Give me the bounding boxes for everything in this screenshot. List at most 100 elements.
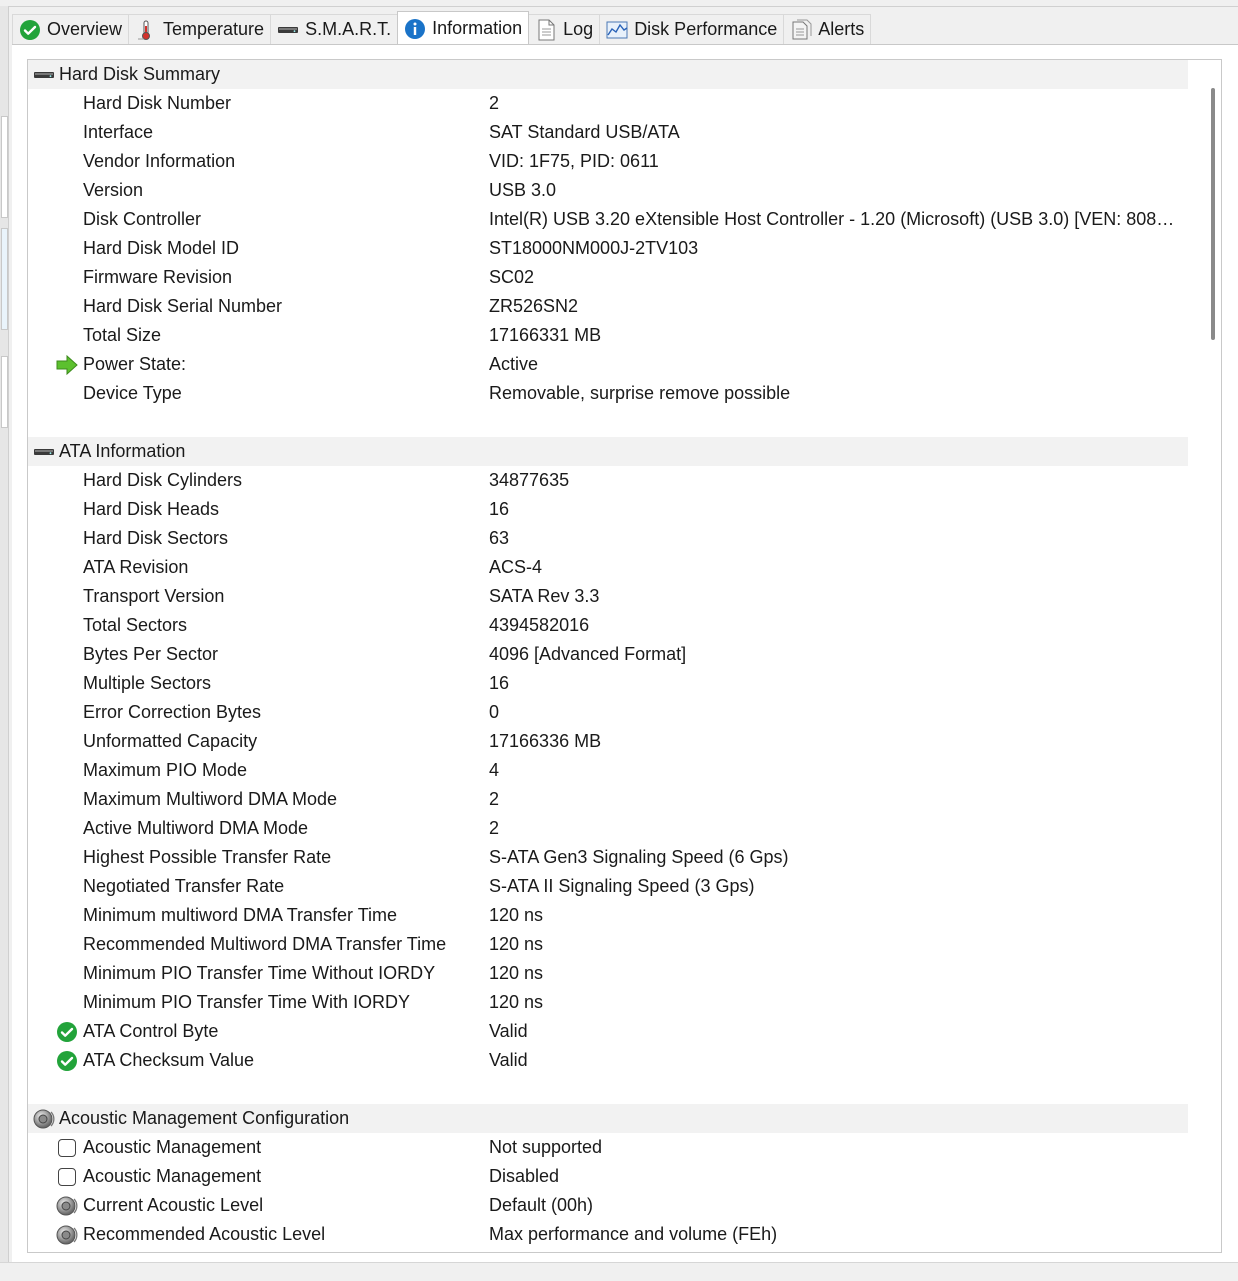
info-label: Negotiated Transfer Rate [83,876,285,896]
info-row[interactable]: Hard Disk Model ID ST18000NM000J-2TV103 [28,234,1188,263]
info-row[interactable]: Recommended Acoustic Level Max performanc… [28,1220,1188,1249]
info-row[interactable]: Minimum multiword DMA Transfer Time 120 n… [28,901,1188,930]
info-value: 4394582016 [489,615,590,635]
info-row[interactable]: Hard Disk Cylinders 34877635 [28,466,1188,495]
tab-information[interactable]: Information [397,11,530,45]
checkbox-icon[interactable] [55,1165,79,1189]
info-row[interactable]: Highest Possible Transfer Rate S-ATA Gen3… [28,843,1188,872]
alerts-icon [790,19,812,41]
section-header[interactable]: Acoustic Management Configuration [28,1104,1188,1133]
info-label: Acoustic Management [83,1137,262,1157]
info-label: Hard Disk Model ID [83,238,240,258]
info-value: 17166331 MB [489,325,602,345]
info-label: Current Acoustic Level [83,1195,264,1215]
info-value: 4096 [Advanced Format] [489,644,687,664]
info-value: 17166336 MB [489,731,602,751]
disk-icon [32,440,56,464]
info-row[interactable]: Maximum PIO Mode 4 [28,756,1188,785]
info-row[interactable]: Hard Disk Sectors 63 [28,524,1188,553]
info-value: SAT Standard USB/ATA [489,122,680,142]
info-value: USB 3.0 [489,180,557,200]
info-row[interactable]: Firmware Revision SC02 [28,263,1188,292]
tab-s-m-a-r-t[interactable]: S.M.A.R.T. [270,14,399,44]
info-value: 120 ns [489,905,544,925]
info-icon [404,18,426,40]
info-label: Bytes Per Sector [83,644,219,664]
info-row[interactable]: ATA Checksum Value Valid [28,1046,1188,1075]
info-row[interactable]: Disk Controller Intel(R) USB 3.20 eXtensi… [28,205,1188,234]
info-row[interactable]: Version USB 3.0 [28,176,1188,205]
info-row[interactable]: Hard Disk Serial Number ZR526SN2 [28,292,1188,321]
side-panel-marker [1,116,8,218]
speaker-icon [32,1107,56,1131]
side-panel-marker [1,356,8,428]
info-row[interactable]: Minimum PIO Transfer Time Without IORDY 1… [28,959,1188,988]
section-title: Acoustic Management Configuration [59,1108,350,1128]
info-label: Acoustic Management [83,1166,262,1186]
info-value: Default (00h) [489,1195,594,1215]
speaker-icon [55,1194,79,1218]
document-icon [535,19,557,41]
info-value: S-ATA II Signaling Speed (3 Gps) [489,876,755,896]
scrollbar-thumb[interactable] [1211,88,1215,340]
info-row[interactable]: Hard Disk Number 2 [28,89,1188,118]
info-row[interactable]: Unformatted Capacity 17166336 MB [28,727,1188,756]
info-label: Minimum PIO Transfer Time With IORDY [83,992,411,1012]
info-row[interactable]: Error Correction Bytes 0 [28,698,1188,727]
info-row[interactable]: Hard Disk Heads 16 [28,495,1188,524]
info-value: Max performance and volume (FEh) [489,1224,778,1244]
info-row[interactable]: Vendor Information VID: 1F75, PID: 0611 [28,147,1188,176]
info-row[interactable]: Current Acoustic Level Default (00h) [28,1191,1188,1220]
tab-overview[interactable]: Overview [12,14,130,44]
info-row[interactable]: ATA Control Byte Valid [28,1017,1188,1046]
tab-label: Disk Performance [634,19,778,39]
info-row[interactable]: Interface SAT Standard USB/ATA [28,118,1188,147]
info-row[interactable]: Device Type Removable, surprise remove po… [28,379,1188,408]
section-header[interactable]: Hard Disk Summary [28,60,1188,89]
information-list[interactable]: Hard Disk Summary Hard Disk Number 2 Interf… [27,59,1222,1253]
info-value: Not supported [489,1137,603,1157]
section-header[interactable]: ATA Information [28,437,1188,466]
chart-icon [606,19,628,41]
tab-log[interactable]: Log [528,14,601,44]
info-value: SATA Rev 3.3 [489,586,600,606]
information-panel: Hard Disk Summary Hard Disk Number 2 Interf… [12,44,1238,1263]
info-row[interactable]: Minimum PIO Transfer Time With IORDY 120 … [28,988,1188,1017]
info-label: Error Correction Bytes [83,702,262,722]
tab-disk-performance[interactable]: Disk Performance [599,14,785,44]
info-row[interactable]: Total Sectors 4394582016 [28,611,1188,640]
info-value: SC02 [489,267,535,287]
info-row[interactable]: Acoustic Management Disabled [28,1162,1188,1191]
info-value: 120 ns [489,992,544,1012]
info-row[interactable]: Power State: Active [28,350,1188,379]
info-label: ATA Control Byte [83,1021,219,1041]
info-value: 16 [489,673,510,693]
info-label: Hard Disk Cylinders [83,470,243,490]
info-label: Recommended Acoustic Level [83,1224,326,1244]
info-label: Total Size [83,325,162,345]
information-rows: Hard Disk Summary Hard Disk Number 2 Interf… [28,60,1188,1249]
info-label: Interface [83,122,154,142]
info-label: Hard Disk Number [83,93,232,113]
info-row[interactable]: ATA Revision ACS-4 [28,553,1188,582]
tab-temperature[interactable]: Temperature [128,14,272,44]
info-row[interactable]: Maximum Multiword DMA Mode 2 [28,785,1188,814]
info-row[interactable]: Total Size 17166331 MB [28,321,1188,350]
info-value: Intel(R) USB 3.20 eXtensible Host Contro… [489,209,1181,229]
window-top-edge [0,0,1238,7]
vertical-scrollbar[interactable] [1205,60,1221,1252]
info-value: VID: 1F75, PID: 0611 [489,151,659,171]
tab-label: S.M.A.R.T. [305,19,392,39]
info-row[interactable]: Acoustic Management Not supported [28,1133,1188,1162]
info-row[interactable]: Bytes Per Sector 4096 [Advanced Format] [28,640,1188,669]
info-row[interactable]: Multiple Sectors 16 [28,669,1188,698]
info-row[interactable]: Recommended Multiword DMA Transfer Time 1… [28,930,1188,959]
info-value: Disabled [489,1166,560,1186]
check-circle-icon [19,19,41,41]
tab-alerts[interactable]: Alerts [783,14,872,44]
info-row[interactable]: Negotiated Transfer Rate S-ATA II Signali… [28,872,1188,901]
info-row[interactable]: Active Multiword DMA Mode 2 [28,814,1188,843]
checkbox-icon[interactable] [55,1136,79,1160]
info-label: Version [83,180,144,200]
info-row[interactable]: Transport Version SATA Rev 3.3 [28,582,1188,611]
